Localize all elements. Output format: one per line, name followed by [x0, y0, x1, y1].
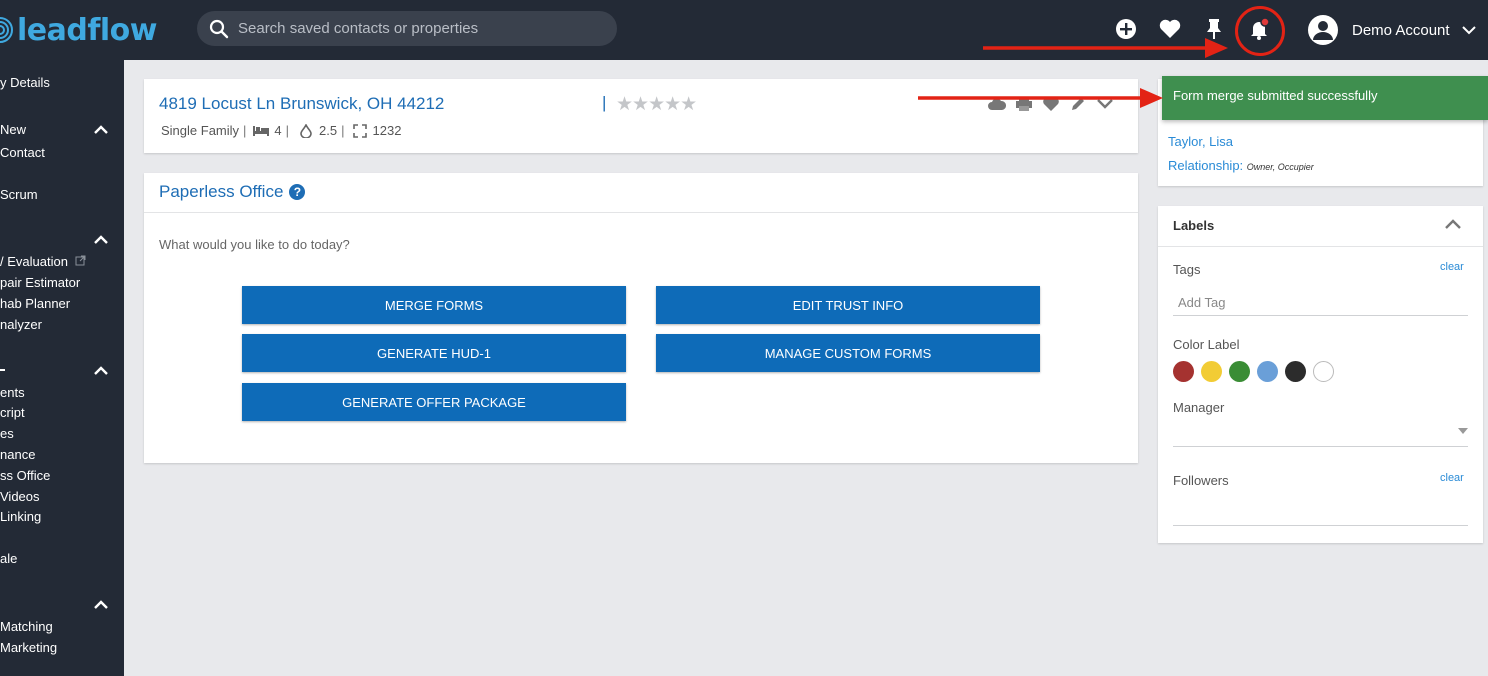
chevron-down-icon [1461, 26, 1476, 35]
square-footage: 1232 [372, 123, 402, 138]
generate-hud-1-button[interactable]: GENERATE HUD-1 [242, 334, 626, 372]
card-title: Paperless Office [159, 182, 284, 201]
toast-message: Form merge submitted successfully [1173, 88, 1378, 103]
color-label-heading: Color Label [1173, 337, 1240, 352]
manage-custom-forms-button[interactable]: MANAGE CUSTOM FORMS [656, 334, 1040, 372]
merge-forms-button[interactable]: MERGE FORMS [242, 286, 626, 324]
followers-input[interactable] [1173, 525, 1468, 526]
spec-separator: | [341, 123, 345, 138]
divider [144, 212, 1138, 213]
external-link-icon [75, 255, 86, 266]
tags-clear-link[interactable]: clear [1440, 261, 1464, 273]
add-tag-input[interactable] [1173, 290, 1468, 316]
edit-trust-info-button[interactable]: EDIT TRUST INFO [656, 286, 1040, 324]
sidebar-item-matching[interactable]: Matching [0, 619, 53, 634]
generate-offer-package-button[interactable]: GENERATE OFFER PACKAGE [242, 383, 626, 421]
sidebar-item-paperless-office[interactable]: ss Office [0, 468, 50, 483]
sidebar-item-evaluation[interactable]: / Evaluation [0, 254, 86, 269]
spec-separator: | [243, 123, 247, 138]
sidebar-item-documents[interactable]: ents [0, 385, 25, 400]
color-swatches [1173, 361, 1334, 382]
followers-clear-link[interactable]: clear [1440, 472, 1464, 484]
search-input[interactable] [238, 20, 598, 37]
leadflow-logo[interactable]: leadflow [0, 12, 158, 48]
sidebar-item-script[interactable]: cript [0, 405, 25, 420]
property-type: Single Family [161, 123, 240, 138]
color-swatch-black[interactable] [1285, 361, 1306, 382]
labels-card: Labels Tags clear Color Label Manager Fo… [1158, 206, 1483, 543]
color-swatch-red[interactable] [1173, 361, 1194, 382]
logo-mark-icon [0, 12, 14, 48]
user-avatar-icon [1308, 15, 1338, 45]
address-separator: | [602, 93, 607, 112]
manager-label: Manager [1173, 400, 1225, 415]
relationship-value: Owner, Occupier [1246, 162, 1314, 172]
sidebar-item-sale[interactable]: ale [0, 551, 17, 566]
color-swatch-yellow[interactable] [1201, 361, 1222, 382]
labels-title: Labels [1173, 218, 1215, 233]
chevron-up-icon[interactable] [94, 600, 108, 610]
help-icon[interactable]: ? [289, 184, 306, 200]
sidebar-item-scrum[interactable]: Scrum [0, 187, 38, 202]
sidebar-item-label: / Evaluation [0, 254, 68, 269]
relationship-label: Relationship: [1168, 158, 1244, 173]
sidebar-item-analyzer[interactable]: nalyzer [0, 317, 42, 332]
search-icon [209, 19, 229, 38]
global-search [197, 11, 617, 46]
expand-arrows-icon [352, 123, 367, 138]
sidebar-item-repair-estimator[interactable]: pair Estimator [0, 275, 80, 290]
sidebar-item-details[interactable]: y Details [0, 75, 50, 90]
chevron-up-icon[interactable] [94, 366, 108, 376]
manager-select[interactable] [1173, 426, 1468, 447]
chevron-up-icon[interactable] [1445, 218, 1461, 230]
sidebar-item-notes[interactable]: es [0, 426, 14, 441]
rating-stars[interactable]: ★★★★★ [616, 93, 697, 116]
tags-label: Tags [1173, 262, 1201, 277]
annotation-arrow-bell [983, 38, 1228, 58]
sidebar: y Details New Contact Scrum / Evaluation… [0, 60, 124, 676]
paperless-office-card: Paperless Office ? What would you like t… [144, 173, 1138, 463]
sidebar-item-marketing[interactable]: Marketing [0, 640, 57, 655]
owner-relationship: Relationship: Owner, Occupier [1168, 158, 1314, 173]
owner-name[interactable]: Taylor, Lisa [1168, 134, 1233, 149]
property-address[interactable]: 4819 Locust Ln Brunswick, OH 44212 [159, 94, 444, 114]
account-name: Demo Account [1352, 21, 1450, 39]
bath-count: 2.5 [319, 123, 338, 138]
dropdown-caret-icon [1458, 428, 1468, 434]
color-swatch-white[interactable] [1313, 361, 1334, 382]
sidebar-item-finance[interactable]: nance [0, 447, 35, 462]
paperless-prompt: What would you like to do today? [159, 237, 350, 252]
success-toast[interactable]: Form merge submitted successfully [1162, 76, 1488, 120]
annotation-circle-bell [1235, 6, 1285, 56]
paperless-office-title: Paperless Office ? [159, 182, 306, 202]
sidebar-item-new[interactable]: New [0, 122, 26, 137]
bed-icon [253, 125, 270, 136]
sidebar-item-contact[interactable]: Contact [0, 145, 45, 160]
spec-separator: | [285, 123, 290, 138]
bath-drop-icon [300, 123, 312, 138]
bed-count: 4 [274, 123, 282, 138]
property-specs: Single Family | 4 | 2.5 | 1232 [161, 123, 401, 138]
chevron-up-icon[interactable] [94, 125, 108, 135]
brand-name: leadflow [17, 12, 158, 48]
sidebar-item-linking[interactable]: Linking [0, 509, 41, 524]
divider [1158, 246, 1483, 247]
followers-label: Followers [1173, 473, 1229, 488]
annotation-arrow-toast [918, 88, 1163, 108]
sidebar-section-dash [0, 369, 5, 371]
sidebar-item-videos[interactable]: Videos [0, 489, 40, 504]
chevron-up-icon[interactable] [94, 235, 108, 245]
account-menu[interactable]: Demo Account [1307, 14, 1476, 46]
sidebar-item-rehab-planner[interactable]: hab Planner [0, 296, 70, 311]
color-swatch-blue[interactable] [1257, 361, 1278, 382]
color-swatch-green[interactable] [1229, 361, 1250, 382]
